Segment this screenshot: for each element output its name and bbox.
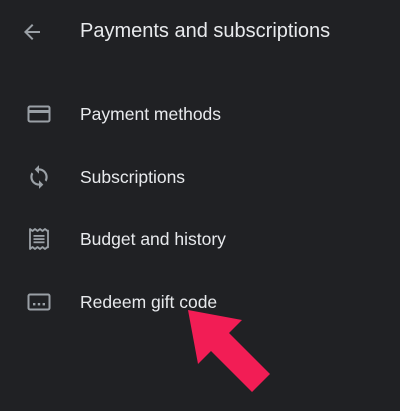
menu-item-label: Budget and history [80, 229, 226, 249]
menu-item-redeem-gift-code[interactable]: Redeem gift code [0, 270, 400, 333]
back-button[interactable] [14, 14, 50, 50]
menu-item-budget-history[interactable]: Budget and history [0, 207, 400, 270]
menu-item-label: Subscriptions [80, 166, 186, 187]
sync-icon [26, 164, 52, 190]
page-title: Payments and subscriptions [80, 20, 331, 42]
app-header: Payments and subscriptions [0, 0, 400, 64]
menu-item-label: Redeem gift code [80, 291, 218, 312]
receipt-icon [26, 226, 52, 252]
menu-item-payment-methods[interactable]: Payment methods [0, 82, 400, 145]
credit-card-icon [26, 101, 52, 127]
gift-code-icon [26, 289, 52, 315]
settings-menu: Payment methods Subscriptions Budget and… [0, 82, 400, 332]
menu-item-subscriptions[interactable]: Subscriptions [0, 145, 400, 208]
menu-item-label: Payment methods [80, 104, 222, 124]
arrow-back-icon [24, 24, 40, 40]
